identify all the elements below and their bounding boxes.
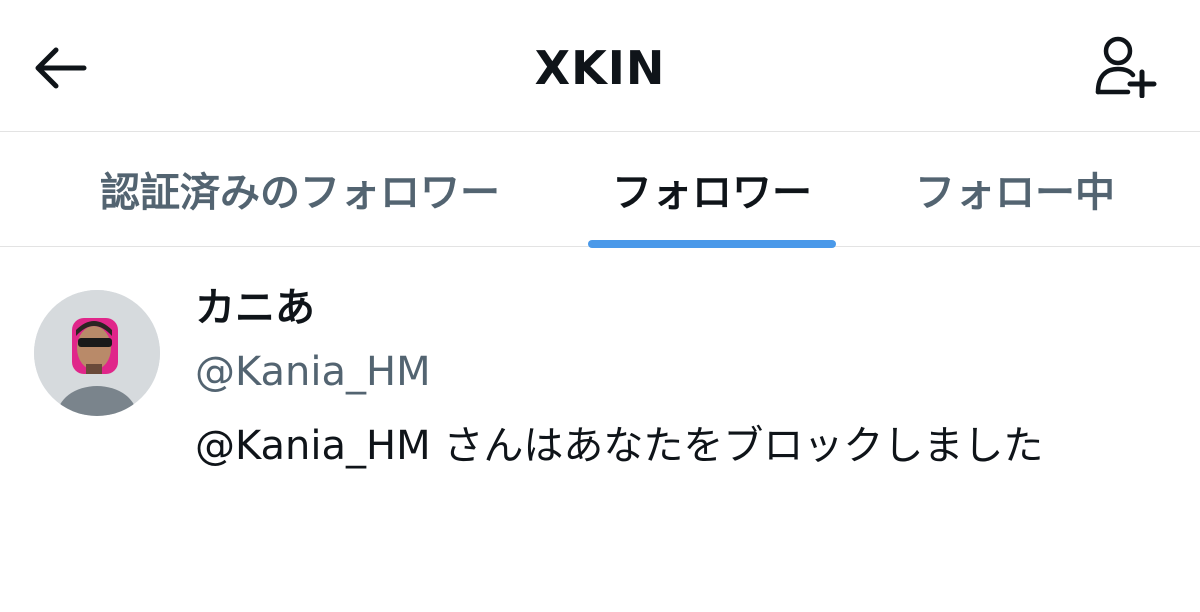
active-tab-indicator — [588, 240, 836, 248]
add-user-button[interactable] — [1090, 34, 1160, 100]
top-bar: XKIN — [0, 0, 1200, 132]
tab-following[interactable]: フォロー中 — [880, 132, 1150, 246]
avatar[interactable] — [34, 290, 160, 416]
avatar-image — [34, 290, 160, 416]
user-info: カニあ @Kania_HM @Kania_HM さんはあなたをブロックしました — [195, 278, 1043, 476]
tab-verified-followers[interactable]: 認証済みのフォロワー — [50, 132, 550, 246]
tab-followers[interactable]: フォロワー — [580, 132, 844, 246]
user-handle: @Kania_HM — [195, 349, 431, 395]
blocked-status-message: @Kania_HM さんはあなたをブロックしました — [195, 423, 1044, 469]
user-display-name[interactable]: カニあ — [195, 278, 1043, 338]
person-add-icon — [1095, 36, 1157, 98]
tab-bar: 認証済みのフォロワー フォロワー フォロー中 — [0, 132, 1200, 248]
page-title: XKIN — [534, 41, 666, 95]
